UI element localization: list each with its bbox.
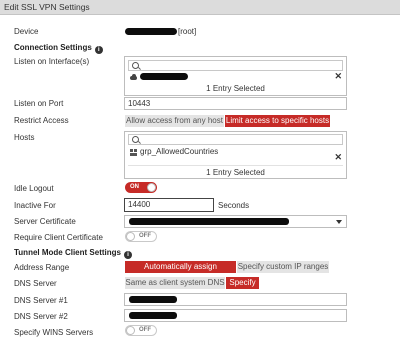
listen-interfaces-selector[interactable]: ✕ 1 Entry Selected [124,56,347,96]
inactive-for-unit: Seconds [218,201,250,210]
idle-logout-state: ON [130,184,139,190]
hosts-divider [128,165,343,166]
window-title: Edit SSL VPN Settings [0,0,400,15]
dns-server-label: DNS Server [14,279,57,288]
listen-interfaces-label: Listen on Interface(s) [14,57,90,66]
hosts-selector[interactable]: grp_AllowedCountries ✕ 1 Entry Selected [124,131,347,179]
same-as-client-dns-button[interactable]: Same as client system DNS [125,277,225,289]
specify-dns-button[interactable]: Specify [226,277,259,289]
server-certificate-label: Server Certificate [14,217,76,226]
search-icon [132,136,139,143]
hosts-search-input[interactable] [128,134,343,145]
inactive-for-input[interactable]: 14400 [124,198,214,212]
require-client-cert-label: Require Client Certificate [14,233,103,242]
idle-logout-label: Idle Logout [14,184,54,193]
allow-any-host-button[interactable]: Allow access from any host [125,115,224,127]
device-name-redacted [125,28,177,35]
address-range-label: Address Range [14,263,70,272]
idle-logout-toggle[interactable]: ON [125,182,157,193]
dns-server-1-redacted [129,296,177,303]
toggle-knob [147,183,156,192]
toggle-knob [126,232,135,241]
listen-port-label: Listen on Port [14,99,64,108]
device-suffix: [root] [178,27,197,36]
listen-port-input[interactable]: 10443 [124,97,347,110]
dns-server-2-redacted [129,312,177,319]
dns-server-1-label: DNS Server #1 [14,296,68,305]
certificate-name-redacted [129,218,289,225]
server-certificate-select[interactable] [124,215,347,228]
connection-settings-heading: Connection Settings i [14,43,103,54]
limit-specific-hosts-button[interactable]: Limit access to specific hosts [225,115,330,127]
remove-host-icon[interactable]: ✕ [334,152,342,163]
interface-icon [130,74,137,80]
dns-server-2-input[interactable] [124,309,347,322]
remove-entry-icon[interactable]: ✕ [334,71,342,82]
require-client-cert-toggle[interactable]: OFF [125,231,157,242]
listen-interfaces-count: 1 Entry Selected [206,84,265,93]
address-group-icon [130,149,137,156]
tunnel-settings-heading: Tunnel Mode Client Settings i [14,248,132,259]
chevron-down-icon [336,220,342,224]
info-icon[interactable]: i [94,46,103,54]
toggle-knob [126,326,135,335]
dns-server-2-label: DNS Server #2 [14,312,68,321]
listen-interfaces-search-input[interactable] [128,60,343,71]
hosts-count: 1 Entry Selected [206,168,265,177]
restrict-access-label: Restrict Access [14,116,69,125]
hosts-label: Hosts [14,133,35,142]
connection-settings-title: Connection Settings [14,43,92,52]
custom-ip-ranges-button[interactable]: Specify custom IP ranges [237,261,329,273]
dns-server-1-input[interactable] [124,293,347,306]
tunnel-settings-title: Tunnel Mode Client Settings [14,248,121,257]
auto-assign-addresses-button[interactable]: Automatically assign addresses [125,261,236,283]
inactive-for-label: Inactive For [14,201,56,210]
search-icon [132,62,139,69]
require-client-cert-state: OFF [139,233,151,239]
device-label: Device [14,27,39,36]
interface-entry-redacted [140,73,188,80]
wins-servers-state: OFF [139,327,151,333]
hosts-entry: grp_AllowedCountries [140,147,219,156]
wins-servers-toggle[interactable]: OFF [125,325,157,336]
wins-servers-label: Specify WINS Servers [14,328,94,337]
info-icon[interactable]: i [123,251,132,259]
